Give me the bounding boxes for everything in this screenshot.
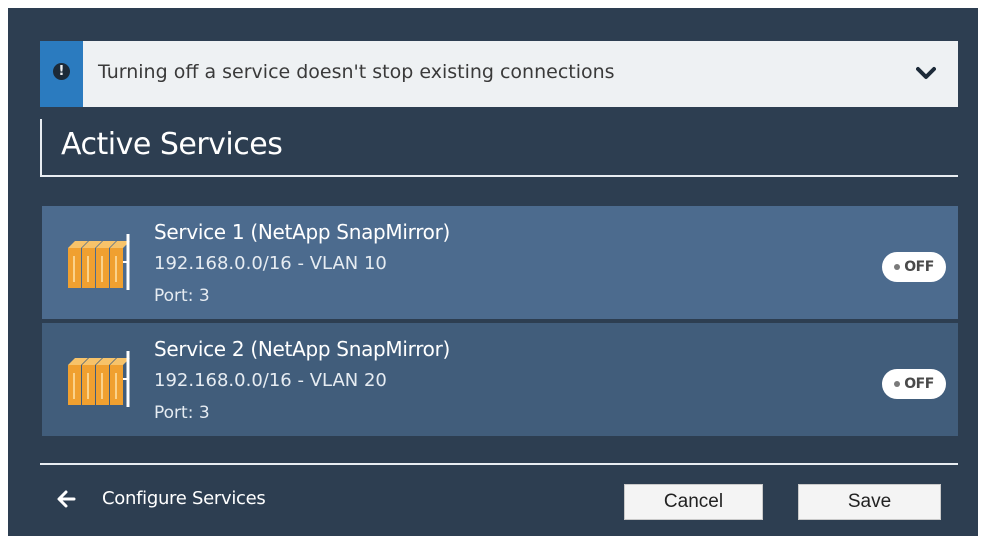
info-banner: ! Turning off a service doesn't stop exi… bbox=[40, 41, 958, 107]
service-port: Port: 3 bbox=[154, 403, 210, 423]
service-toggle[interactable]: OFF bbox=[882, 252, 946, 282]
toggle-label: OFF bbox=[904, 259, 934, 275]
save-button[interactable]: Save bbox=[798, 484, 941, 520]
configure-services-link[interactable]: Configure Services bbox=[56, 488, 266, 509]
services-panel: ! Turning off a service doesn't stop exi… bbox=[8, 8, 978, 536]
banner-message: Turning off a service doesn't stop exist… bbox=[98, 61, 615, 83]
section-header: Active Services bbox=[40, 119, 958, 177]
footer-divider bbox=[40, 463, 958, 465]
info-icon: ! bbox=[53, 62, 70, 80]
service-name: Service 1 (NetApp SnapMirror) bbox=[154, 220, 451, 244]
configure-services-label: Configure Services bbox=[102, 488, 266, 509]
service-toggle[interactable]: OFF bbox=[882, 369, 946, 399]
arrow-left-icon bbox=[57, 490, 76, 507]
service-name: Service 2 (NetApp SnapMirror) bbox=[154, 337, 451, 361]
service-row-2[interactable]: Service 2 (NetApp SnapMirror) 192.168.0.… bbox=[42, 323, 958, 436]
service-network: 192.168.0.0/16 - VLAN 20 bbox=[154, 370, 387, 391]
storage-array-icon bbox=[66, 232, 136, 290]
storage-array-icon bbox=[66, 349, 136, 407]
toggle-dot-icon bbox=[894, 264, 901, 270]
service-network: 192.168.0.0/16 - VLAN 10 bbox=[154, 253, 387, 274]
toggle-dot-icon bbox=[894, 381, 901, 387]
chevron-down-icon[interactable] bbox=[906, 53, 946, 93]
section-title: Active Services bbox=[61, 127, 283, 162]
toggle-label: OFF bbox=[904, 376, 934, 392]
cancel-button[interactable]: Cancel bbox=[624, 484, 763, 520]
service-port: Port: 3 bbox=[154, 286, 210, 306]
banner-accent-stripe: ! bbox=[40, 41, 83, 107]
service-row-1[interactable]: Service 1 (NetApp SnapMirror) 192.168.0.… bbox=[42, 206, 958, 319]
